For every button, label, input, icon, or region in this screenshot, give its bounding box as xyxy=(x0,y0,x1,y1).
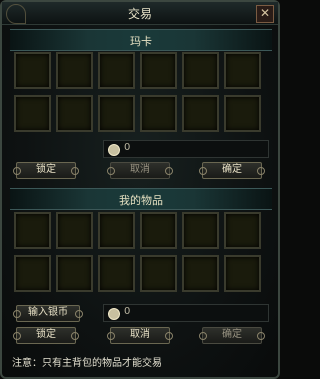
close-button[interactable]: ✕ xyxy=(256,5,274,23)
input-silver-button[interactable]: 输入银币 xyxy=(13,305,83,322)
partner-lock-button[interactable]: 锁定 xyxy=(13,162,79,179)
my-items-header: 我的物品 xyxy=(10,188,272,210)
trade-window: 交易 ✕ 玛卡 0 锁定 取消 确定 我的物品 输入银币 0 锁定 取消 确定 … xyxy=(0,0,280,379)
partner-coin-display: 0 xyxy=(103,140,269,158)
my-slot[interactable] xyxy=(140,212,177,249)
my-slot[interactable] xyxy=(224,212,261,249)
my-slot[interactable] xyxy=(182,255,219,292)
my-cancel-button[interactable]: 取消 xyxy=(107,327,173,344)
my-slot[interactable] xyxy=(182,212,219,249)
partner-name: 玛卡 xyxy=(130,35,152,48)
partner-slot[interactable] xyxy=(140,95,177,132)
partner-slot[interactable] xyxy=(14,95,51,132)
coin-icon xyxy=(108,308,120,320)
my-coin-display: 0 xyxy=(103,304,269,322)
my-slot[interactable] xyxy=(98,255,135,292)
my-lock-button[interactable]: 锁定 xyxy=(13,327,79,344)
coin-icon xyxy=(108,144,120,156)
my-confirm-button[interactable]: 确定 xyxy=(199,327,265,344)
partner-slot[interactable] xyxy=(14,52,51,89)
my-item-grid xyxy=(14,212,261,292)
my-items-title: 我的物品 xyxy=(119,194,163,207)
partner-item-grid xyxy=(14,52,261,132)
my-slot[interactable] xyxy=(14,255,51,292)
partner-slot[interactable] xyxy=(224,95,261,132)
my-slot[interactable] xyxy=(56,255,93,292)
partner-slot[interactable] xyxy=(56,95,93,132)
partner-slot[interactable] xyxy=(182,52,219,89)
partner-slot[interactable] xyxy=(56,52,93,89)
window-title: 交易 xyxy=(127,7,152,21)
my-slot[interactable] xyxy=(98,212,135,249)
partner-slot[interactable] xyxy=(182,95,219,132)
partner-slot[interactable] xyxy=(98,95,135,132)
my-slot[interactable] xyxy=(56,212,93,249)
my-slot[interactable] xyxy=(14,212,51,249)
partner-name-header: 玛卡 xyxy=(10,29,272,51)
partner-slot[interactable] xyxy=(224,52,261,89)
partner-confirm-button[interactable]: 确定 xyxy=(199,162,265,179)
partner-slot[interactable] xyxy=(98,52,135,89)
partner-coin-value: 0 xyxy=(124,142,131,153)
my-slot[interactable] xyxy=(224,255,261,292)
partner-cancel-button[interactable]: 取消 xyxy=(107,162,173,179)
my-slot[interactable] xyxy=(140,255,177,292)
my-coin-value: 0 xyxy=(124,306,131,317)
trade-note: 注意：只有主背包的物品才能交易 xyxy=(12,358,162,369)
title-bar: 交易 ✕ xyxy=(2,2,278,25)
partner-slot[interactable] xyxy=(140,52,177,89)
